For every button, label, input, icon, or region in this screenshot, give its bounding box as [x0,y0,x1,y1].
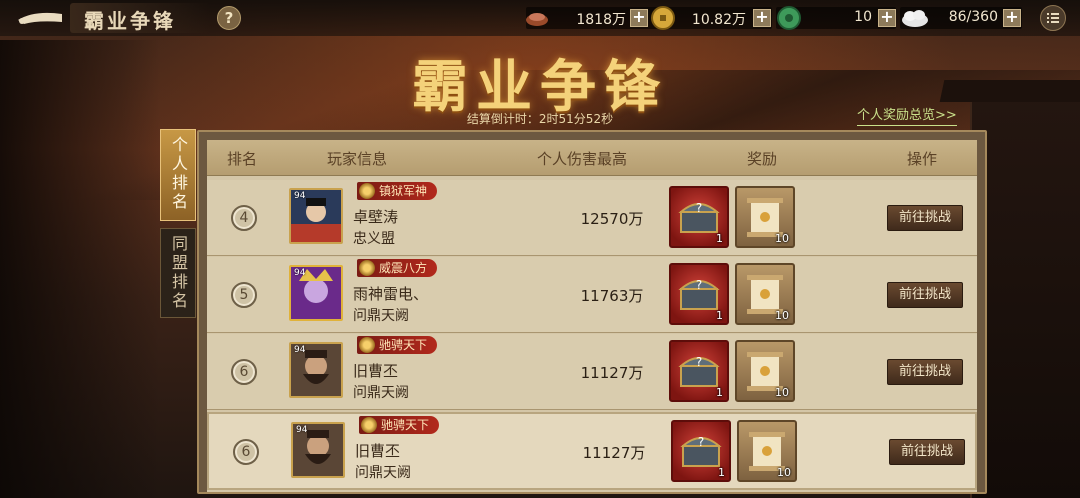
player-name: 旧曹丕 [353,362,399,380]
page-title: 霸业争锋 [84,9,176,33]
tab-personal-rank[interactable]: 个人排名 [160,129,196,221]
avatar-level: 94 [296,425,308,435]
alliance-name: 问鼎天阙 [355,465,411,481]
damage-value: 11127万 [580,364,644,382]
rank-badge: 6 [233,439,259,465]
avatar-level: 94 [294,345,306,355]
header-action: 操作 [907,150,938,168]
scroll-reward[interactable]: 10 [735,263,795,325]
gold-add-button[interactable]: + [753,9,771,27]
avatar-level: 94 [294,268,306,278]
my-rank-row: 6 94 驰骋天下 旧曹丕 问鼎天阙 11127万 ? 1 10 前往挑战 [207,412,977,490]
challenge-button[interactable]: 前往挑战 [887,282,963,308]
chest-count: 1 [716,386,723,399]
header-rank: 排名 [227,150,258,168]
challenge-button[interactable]: 前往挑战 [887,205,963,231]
damage-value: 11127万 [582,444,646,462]
scroll-reward[interactable]: 10 [735,340,795,402]
gold-coin-icon [650,5,676,31]
copper-value: 1818万 [576,12,626,28]
svg-text:?: ? [698,435,704,449]
top-bar: 霸业争锋 ? 1818万 + 10.82万 + 10 + 86/360 + [0,0,1080,36]
mystery-chest-reward[interactable]: ? 1 [669,340,729,402]
svg-text:?: ? [696,355,702,369]
avatar[interactable]: 94 [289,265,343,321]
challenge-button[interactable]: 前往挑战 [887,359,963,385]
damage-value: 11763万 [580,287,644,305]
scroll-count: 10 [775,232,789,245]
player-name: 雨神雷电、 [353,285,429,303]
mystery-chest-reward[interactable]: ? 1 [669,263,729,325]
chest-count: 1 [716,232,723,245]
rank-badge: 6 [231,359,257,385]
avatar[interactable]: 94 [291,422,345,478]
scroll-reward[interactable]: 10 [735,186,795,248]
chest-count: 1 [718,466,725,479]
stamina-value: 86/360 [948,9,998,25]
rank-badge: 4 [231,205,257,231]
back-arrow-icon [18,12,62,24]
header-damage: 个人伤害最高 [537,150,628,168]
svg-text:?: ? [696,201,702,215]
alliance-name: 忠义盟 [353,231,395,247]
back-button[interactable] [14,6,66,30]
honor-title-badge: 镇狱军神 [357,182,438,200]
player-name: 旧曹丕 [355,442,401,460]
player-name: 卓壁涛 [353,208,399,226]
avatar-level: 94 [294,191,306,201]
alliance-name: 问鼎天阙 [353,385,409,401]
alliance-name: 问鼎天阙 [353,308,409,324]
ranking-table: 排名 玩家信息 个人伤害最高 奖励 操作 4 94 镇狱军神 卓壁涛 忠义盟 1… [207,140,977,492]
header-player: 玩家信息 [327,150,388,168]
ranking-panel: 排名 玩家信息 个人伤害最高 奖励 操作 4 94 镇狱军神 卓壁涛 忠义盟 1… [197,130,987,494]
honor-title-badge: 驰骋天下 [357,336,438,354]
avatar[interactable]: 94 [289,342,343,398]
stamina-cloud-icon [900,5,928,31]
scroll-reward[interactable]: 10 [737,420,797,482]
chest-count: 1 [716,309,723,322]
avatar[interactable]: 94 [289,188,343,244]
rank-badge: 5 [231,282,257,308]
menu-button[interactable] [1040,5,1066,31]
scroll-count: 10 [775,386,789,399]
honor-title-badge: 驰骋天下 [359,416,440,434]
reward-overview-link[interactable]: 个人奖励总览>> [857,104,957,126]
mystery-chest-reward[interactable]: ? 1 [671,420,731,482]
menu-list-icon [1047,13,1059,23]
jade-icon [776,5,802,31]
table-row: 5 94 威震八方 雨神雷电、 问鼎天阙 11763万 ? 1 10 前往挑战 [207,257,977,333]
jade-value: 10 [854,9,872,25]
table-row: 6 94 驰骋天下 旧曹丕 问鼎天阙 11127万 ? 1 10 前往挑战 [207,334,977,410]
table-header: 排名 玩家信息 个人伤害最高 奖励 操作 [207,140,977,176]
gold-value: 10.82万 [691,12,746,28]
jade-add-button[interactable]: + [878,9,896,27]
honor-title-badge: 威震八方 [357,259,438,277]
tab-alliance-rank[interactable]: 同盟排名 [160,228,196,318]
damage-value: 12570万 [580,210,644,228]
copper-add-button[interactable]: + [630,9,648,27]
header-rewards: 奖励 [747,150,778,168]
stamina-add-button[interactable]: + [1003,9,1021,27]
help-button[interactable]: ? [217,6,241,30]
table-row: 4 94 镇狱军神 卓壁涛 忠义盟 12570万 ? 1 10 前往挑战 [207,180,977,256]
svg-text:?: ? [696,278,702,292]
mystery-chest-reward[interactable]: ? 1 [669,186,729,248]
scroll-count: 10 [777,466,791,479]
challenge-button[interactable]: 前往挑战 [889,439,965,465]
scroll-count: 10 [775,309,789,322]
copper-ingot-icon [524,5,550,31]
